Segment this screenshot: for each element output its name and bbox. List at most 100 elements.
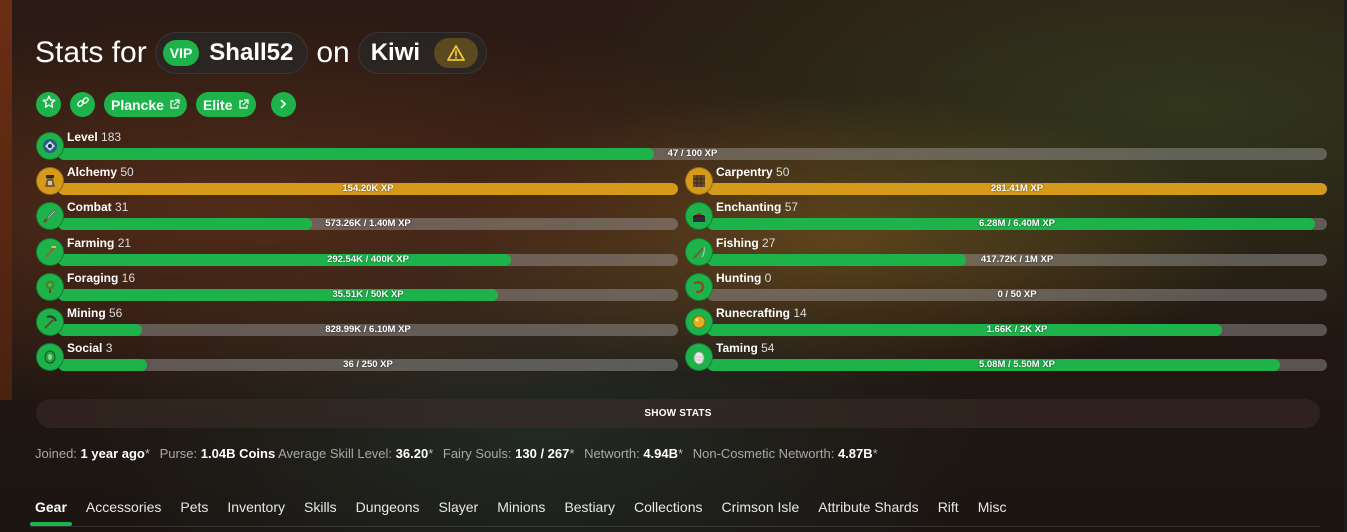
skill-xp: 36 / 250 XP [343,359,393,370]
skill-name: Runecrafting [716,306,791,320]
skill-taming: Taming 54 5.08M / 5.50M XP [685,341,1327,373]
taming-icon [685,343,713,371]
tab-bestiary[interactable]: Bestiary [564,499,615,515]
combat-icon [36,202,64,230]
level-value: 183 [101,130,122,144]
section-tabs: Gear Accessories Pets Inventory Skills D… [35,499,1006,515]
skill-progress: 828.99K / 6.10M XP [58,324,678,336]
skill-name: Social [67,341,103,355]
skill-progress: 6.28M / 6.40M XP [707,218,1327,230]
profile-header: Stats for VIP Shall52 on Kiwi [35,32,488,74]
skill-level: 56 [109,306,123,320]
networth-value[interactable]: 4.94B [643,446,678,461]
elite-label: Elite [202,96,233,113]
level-name: Level [67,130,98,144]
skill-progress: 292.54K / 400K XP [58,254,678,266]
skill-runecrafting: Runecrafting 14 1.66K / 2K XP [685,306,1327,338]
profile-links: Plancke Elite [36,92,296,117]
skill-level: 54 [761,341,775,355]
skill-name: Alchemy [67,165,118,179]
player-name: Shall52 [209,39,294,66]
skill-xp: 5.08M / 5.50M XP [978,359,1056,370]
fairy-souls-value[interactable]: 130 / 267 [515,446,569,461]
average-skill-value[interactable]: 36.20 [396,446,429,461]
skill-name: Fishing [716,236,759,250]
purse-value: 1.04B Coins [200,446,276,461]
enchanting-icon [685,202,713,230]
tab-gear[interactable]: Gear [35,499,67,515]
skill-hunting: Hunting 0 0 / 50 XP [685,271,1327,303]
more-links-button[interactable] [270,92,296,117]
non-cosmetic-networth-value[interactable]: 4.87B [838,446,873,461]
show-stats-button[interactable]: SHOW STATS [36,399,1320,428]
carpentry-icon [685,167,713,195]
hunting-icon [685,273,713,301]
skill-level: 50 [776,165,790,179]
on-label: on [316,36,350,69]
elite-link[interactable]: Elite [195,92,256,117]
tab-accessories[interactable]: Accessories [86,499,161,515]
tab-inventory[interactable]: Inventory [227,499,285,515]
external-link-icon [238,97,249,113]
warning-icon[interactable] [434,38,479,68]
foraging-icon [36,273,64,301]
skill-xp: 417.72K / 1M XP [980,254,1054,265]
level-xp: 47 / 100 XP [667,148,718,159]
tab-skills[interactable]: Skills [304,499,337,515]
average-skill-asterisk: * [428,446,434,461]
networth-key: Networth: [584,446,640,461]
skill-name: Combat [67,200,112,214]
external-link-icon [169,97,180,113]
skill-level: 31 [115,200,129,214]
stats-for-label: Stats for [35,36,147,69]
alchemy-icon [36,167,64,195]
tab-slayer[interactable]: Slayer [439,499,479,515]
skill-name: Hunting [716,271,762,285]
social-icon [36,343,64,371]
vip-badge: VIP [162,40,200,66]
skill-progress: 36 / 250 XP [58,359,678,371]
skill-xp: 292.54K / 400K XP [327,254,409,265]
tabs-divider [30,526,1320,527]
skill-name: Foraging [67,271,119,285]
skill-xp: 573.26K / 1.40M XP [325,218,411,229]
skill-foraging: Foraging 16 35.51K / 50K XP [36,271,678,303]
skill-xp: 0 / 50 XP [997,289,1037,300]
average-skill-key: Average Skill Level: [278,446,393,461]
skill-farming: Farming 21 292.54K / 400K XP [36,236,678,268]
profile-pill[interactable]: Kiwi [357,32,488,74]
fairy-souls-key: Fairy Souls: [442,446,512,461]
skill-mining: Mining 56 828.99K / 6.10M XP [36,306,678,338]
favorite-button[interactable] [36,92,61,117]
level-bar: Level 183 47 / 100 XP [36,130,1327,162]
show-stats-label: SHOW STATS [644,408,712,419]
copy-link-button[interactable] [70,92,95,117]
skill-xp: 35.51K / 50K XP [332,289,404,300]
tab-minions[interactable]: Minions [497,499,545,515]
skill-level: 50 [120,165,134,179]
skill-name: Farming [67,236,115,250]
skill-progress: 0 / 50 XP [707,289,1327,301]
skill-enchanting: Enchanting 57 6.28M / 6.40M XP [685,200,1327,232]
skill-progress: 5.08M / 5.50M XP [707,359,1327,371]
tab-dungeons[interactable]: Dungeons [356,499,420,515]
mining-icon [36,308,64,336]
purse-key: Purse: [159,446,198,461]
tab-rift[interactable]: Rift [938,499,959,515]
skill-progress: 281.41M XP [707,183,1327,195]
tab-attribute-shards[interactable]: Attribute Shards [818,499,918,515]
skill-combat: Combat 31 573.26K / 1.40M XP [36,200,678,232]
joined-value[interactable]: 1 year ago [81,446,145,461]
tab-collections[interactable]: Collections [634,499,702,515]
networth-asterisk: * [678,446,684,461]
plancke-link[interactable]: Plancke [104,92,187,117]
tab-crimson-isle[interactable]: Crimson Isle [722,499,800,515]
star-icon [42,95,56,114]
non-cosmetic-networth-key: Non-Cosmetic Networth: [692,446,835,461]
runecrafting-icon [685,308,713,336]
player-pill[interactable]: VIP Shall52 [154,32,309,74]
tab-pets[interactable]: Pets [180,499,208,515]
fairy-souls-asterisk: * [569,446,575,461]
skill-progress: 35.51K / 50K XP [58,289,678,301]
tab-misc[interactable]: Misc [978,499,1007,515]
